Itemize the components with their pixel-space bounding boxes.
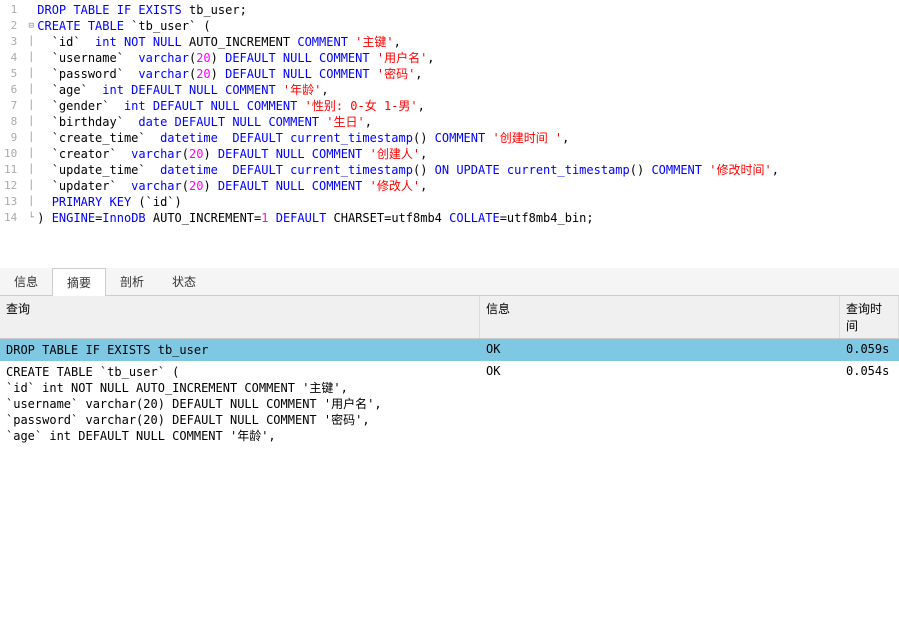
code-line[interactable]: │ `username` varchar(20) DEFAULT NULL CO… xyxy=(25,50,899,66)
code-line[interactable]: │ `create_time` datetime DEFAULT current… xyxy=(25,130,899,146)
code-line[interactable]: │ `creator` varchar(20) DEFAULT NULL COM… xyxy=(25,146,899,162)
code-line[interactable]: │ PRIMARY KEY (`id`) xyxy=(25,194,899,210)
code-area[interactable]: DROP TABLE IF EXISTS tb_user;⊟CREATE TAB… xyxy=(25,0,899,228)
result-info: OK xyxy=(480,361,840,447)
tab-summary[interactable]: 摘要 xyxy=(52,268,106,296)
col-info[interactable]: 信息 xyxy=(480,296,840,338)
code-line[interactable]: │ `birthday` date DEFAULT NULL COMMENT '… xyxy=(25,114,899,130)
code-line[interactable]: │ `password` varchar(20) DEFAULT NULL CO… xyxy=(25,66,899,82)
col-time[interactable]: 查询时间 xyxy=(840,296,899,338)
result-row[interactable]: DROP TABLE IF EXISTS tb_userOK0.059s xyxy=(0,339,899,361)
line-gutter: 1234567891011121314 xyxy=(0,0,25,228)
code-line[interactable]: │ `updater` varchar(20) DEFAULT NULL COM… xyxy=(25,178,899,194)
code-line[interactable]: DROP TABLE IF EXISTS tb_user; xyxy=(25,2,899,18)
result-query: DROP TABLE IF EXISTS tb_user xyxy=(0,339,480,361)
result-time: 0.059s xyxy=(840,339,899,361)
tab-info[interactable]: 信息 xyxy=(0,268,52,295)
code-line[interactable]: │ `age` int DEFAULT NULL COMMENT '年龄', xyxy=(25,82,899,98)
col-query[interactable]: 查询 xyxy=(0,296,480,338)
code-line[interactable]: └) ENGINE=InnoDB AUTO_INCREMENT=1 DEFAUL… xyxy=(25,210,899,226)
results-body: DROP TABLE IF EXISTS tb_userOK0.059sCREA… xyxy=(0,339,899,447)
results-header: 查询 信息 查询时间 xyxy=(0,296,899,339)
code-line[interactable]: │ `id` int NOT NULL AUTO_INCREMENT COMME… xyxy=(25,34,899,50)
tab-profile[interactable]: 剖析 xyxy=(106,268,158,295)
tab-status[interactable]: 状态 xyxy=(158,268,210,295)
sql-editor[interactable]: 1234567891011121314 DROP TABLE IF EXISTS… xyxy=(0,0,899,228)
result-row[interactable]: CREATE TABLE `tb_user` ( `id` int NOT NU… xyxy=(0,361,899,447)
result-query: CREATE TABLE `tb_user` ( `id` int NOT NU… xyxy=(0,361,480,447)
code-line[interactable]: ⊟CREATE TABLE `tb_user` ( xyxy=(25,18,899,34)
code-line[interactable]: │ `gender` int DEFAULT NULL COMMENT '性别:… xyxy=(25,98,899,114)
result-info: OK xyxy=(480,339,840,361)
result-tabs: 信息 摘要 剖析 状态 xyxy=(0,268,899,296)
code-line[interactable]: │ `update_time` datetime DEFAULT current… xyxy=(25,162,899,178)
result-time: 0.054s xyxy=(840,361,899,447)
